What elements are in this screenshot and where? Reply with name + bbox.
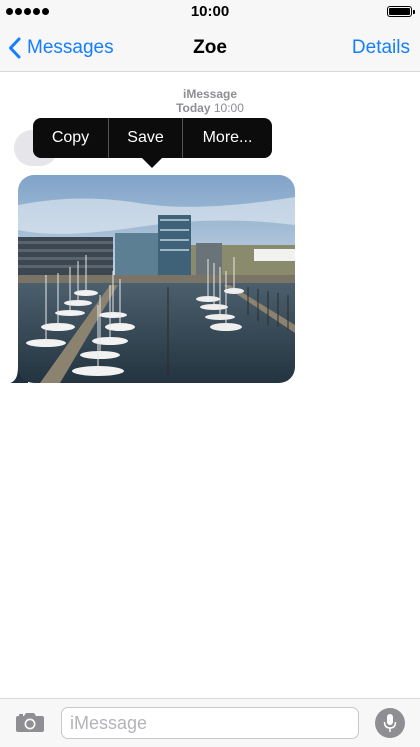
status-time: 10:00 [190,3,230,20]
status-bar: 10:00 [0,0,420,24]
timestamp-time: 10:00 [213,101,244,115]
camera-button[interactable] [15,711,45,738]
navigation-bar: Messages Zoe Details [0,24,420,72]
harbor-photo-icon [18,175,295,383]
context-menu-arrow [142,158,162,168]
more-menu-item[interactable]: More... [182,118,272,158]
dictation-button[interactable] [375,708,405,738]
back-button-label: Messages [27,37,114,58]
save-menu-item[interactable]: Save [108,118,182,158]
message-input[interactable] [61,707,359,739]
context-menu: Copy Save More... [33,118,272,158]
battery-icon [387,6,415,17]
conversation-timestamp: iMessage Today 10:00 [0,87,420,115]
service-label: iMessage [182,87,238,101]
compose-bar [0,698,420,747]
microphone-icon [383,714,397,732]
photo-message[interactable] [18,175,295,383]
timestamp-day: Today [176,101,211,115]
back-button[interactable]: Messages [8,34,114,62]
camera-icon [16,713,44,732]
chevron-left-icon [9,37,21,59]
copy-menu-item[interactable]: Copy [33,118,108,158]
details-button[interactable]: Details [352,37,410,59]
